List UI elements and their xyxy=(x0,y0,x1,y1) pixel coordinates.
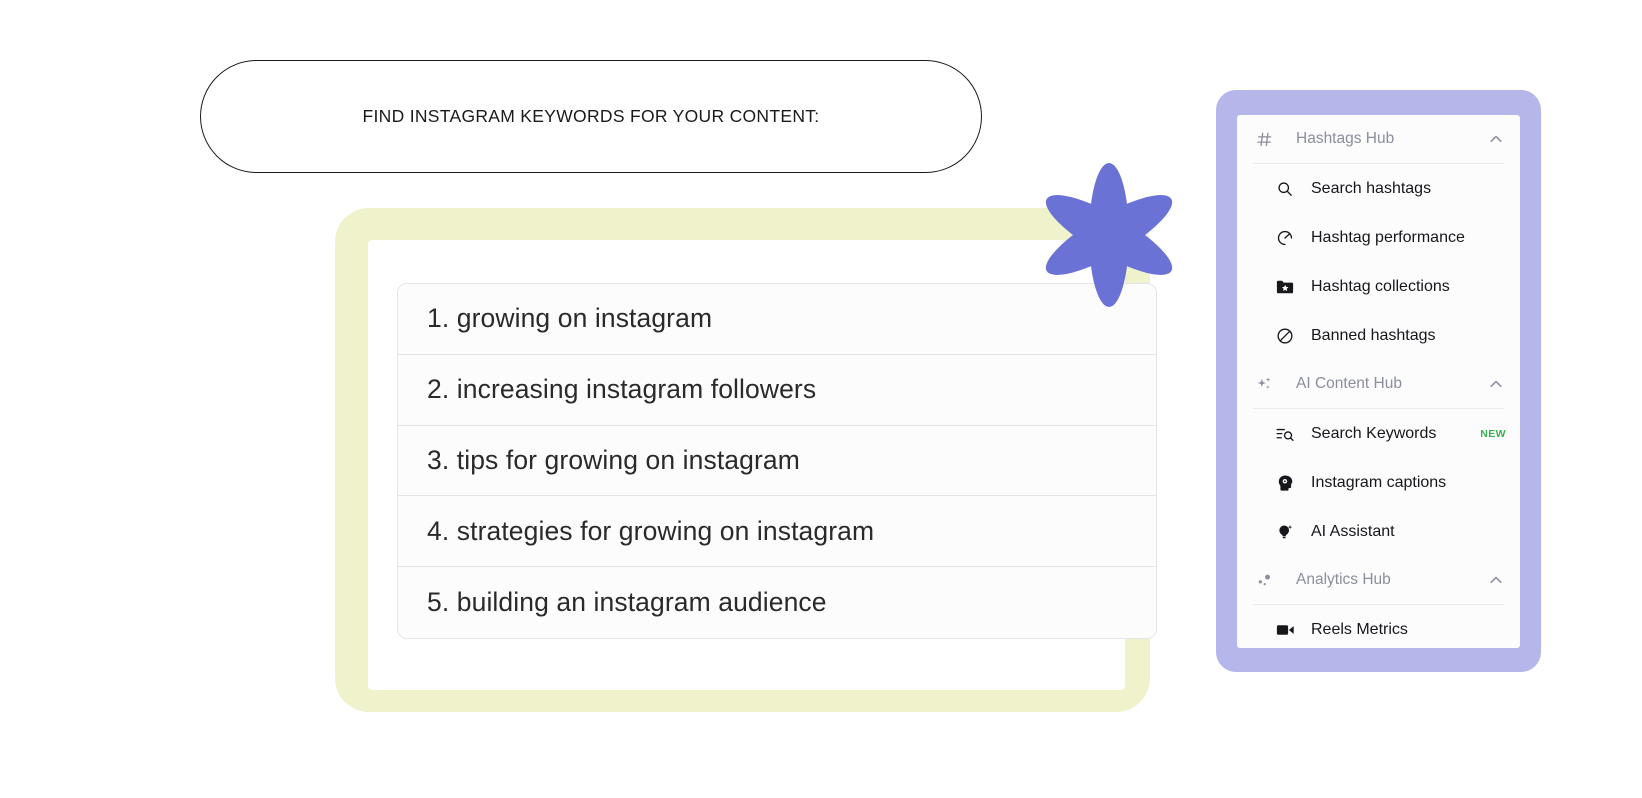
bulb-sparkle-icon xyxy=(1275,522,1295,542)
keyword-text: 5. building an instagram audience xyxy=(427,587,827,618)
keyword-text: 4. strategies for growing on instagram xyxy=(427,515,875,546)
page-title-pill: FIND INSTAGRAM KEYWORDS FOR YOUR CONTENT… xyxy=(200,60,982,173)
status-badge: NEW xyxy=(1480,427,1506,440)
gauge-icon xyxy=(1275,228,1295,248)
sidebar-section-ai-content-hub[interactable]: AI Content Hub xyxy=(1237,360,1520,408)
sidebar-item-hashtag-performance[interactable]: Hashtag performance xyxy=(1237,213,1520,262)
sidebar-item-search-keywords[interactable]: Search Keywords NEW xyxy=(1237,409,1520,458)
video-camera-icon xyxy=(1275,620,1295,640)
chevron-up-icon[interactable] xyxy=(1490,576,1502,584)
sidebar-item-label: Hashtag collections xyxy=(1311,277,1450,295)
keyword-text: 1. growing on instagram xyxy=(427,303,713,334)
sidebar-item-hashtag-collections[interactable]: Hashtag collections xyxy=(1237,262,1520,311)
sidebar-item-instagram-captions[interactable]: Instagram captions xyxy=(1237,458,1520,507)
sidebar-item-search-hashtags[interactable]: Search hashtags xyxy=(1237,164,1520,213)
sparkles-icon xyxy=(1254,376,1274,393)
sidebar-section-analytics-hub[interactable]: Analytics Hub xyxy=(1237,556,1520,604)
keyword-text: 3. tips for growing on instagram xyxy=(427,444,800,475)
chevron-up-icon[interactable] xyxy=(1490,380,1502,388)
sidebar-item-label: Instagram captions xyxy=(1311,473,1447,491)
list-item[interactable]: 5. building an instagram audience xyxy=(398,567,1156,638)
sidebar-item-label: Reels Metrics xyxy=(1311,620,1408,638)
sidebar-item-label: Search hashtags xyxy=(1311,179,1432,197)
results-card: 1. growing on instagram 2. increasing in… xyxy=(368,240,1157,690)
list-item[interactable]: 2. increasing instagram followers xyxy=(398,354,1156,426)
list-item[interactable]: 4. strategies for growing on instagram xyxy=(398,496,1156,568)
keyword-text: 2. increasing instagram followers xyxy=(427,374,817,405)
page-title: FIND INSTAGRAM KEYWORDS FOR YOUR CONTENT… xyxy=(362,106,820,126)
sidebar-item-reels-metrics[interactable]: Reels Metrics xyxy=(1237,605,1520,648)
sidebar-item-ai-assistant[interactable]: AI Assistant xyxy=(1237,507,1520,556)
sidebar-section-label: Hashtags Hub xyxy=(1296,130,1395,147)
head-gear-icon xyxy=(1275,473,1295,493)
sidebar-panel: Hashtags Hub Search hashtags Hashtag per… xyxy=(1237,115,1520,648)
sidebar-item-banned-hashtags[interactable]: Banned hashtags xyxy=(1237,311,1520,360)
sidebar-section-label: AI Content Hub xyxy=(1296,375,1402,392)
sidebar-section-label: Analytics Hub xyxy=(1296,571,1391,588)
sidebar-item-label: Hashtag performance xyxy=(1311,228,1465,246)
hash-icon xyxy=(1254,132,1274,147)
sidebar-frame: Hashtags Hub Search hashtags Hashtag per… xyxy=(1216,90,1541,672)
list-item[interactable]: 1. growing on instagram xyxy=(398,284,1156,355)
chevron-up-icon[interactable] xyxy=(1490,135,1502,143)
sidebar-item-label: Search Keywords xyxy=(1311,424,1437,442)
list-search-icon xyxy=(1275,424,1295,444)
sidebar-item-label: Banned hashtags xyxy=(1311,326,1436,344)
list-item[interactable]: 3. tips for growing on instagram xyxy=(398,425,1156,497)
no-entry-icon xyxy=(1275,326,1295,346)
sidebar-item-label: AI Assistant xyxy=(1311,522,1395,540)
search-icon xyxy=(1275,179,1295,199)
scatter-dots-icon xyxy=(1254,572,1274,589)
highlight-frame: 1. growing on instagram 2. increasing in… xyxy=(335,208,1157,712)
keyword-list: 1. growing on instagram 2. increasing in… xyxy=(397,283,1157,639)
folder-star-icon xyxy=(1275,277,1295,297)
sidebar-section-hashtags-hub[interactable]: Hashtags Hub xyxy=(1237,115,1520,163)
